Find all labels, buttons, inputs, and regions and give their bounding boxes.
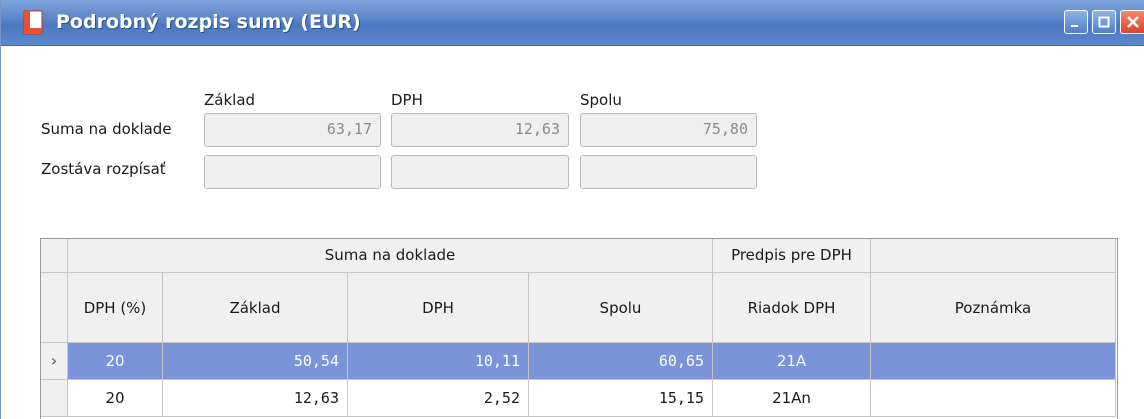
spolu-field[interactable]: 75,80 [580, 113, 757, 147]
summary-header-spolu: Spolu [580, 91, 622, 109]
document-icon [23, 10, 43, 35]
remaining-row-label: Zostáva rozpísať [41, 160, 166, 178]
row-pointer-icon: › [50, 351, 58, 370]
minimize-icon [1071, 25, 1078, 27]
table-cell[interactable]: 10,11 [348, 343, 529, 380]
remaining-dph-field[interactable] [391, 155, 569, 189]
table-cell[interactable]: 21An [713, 380, 871, 417]
column-header-spolu[interactable]: Spolu [529, 273, 713, 343]
group-header-predpis: Predpis pre DPH [713, 239, 871, 273]
table-cell[interactable]: 60,65 [529, 343, 713, 380]
summary-header-dph: DPH [391, 91, 423, 109]
remaining-spolu-field[interactable] [580, 155, 757, 189]
summary-header-zaklad: Základ [204, 91, 256, 109]
column-header-zaklad[interactable]: Základ [163, 273, 348, 343]
grid-corner [41, 239, 68, 273]
column-header-dph[interactable]: DPH [348, 273, 529, 343]
maximize-button[interactable] [1092, 10, 1116, 34]
title-bar[interactable]: Podrobný rozpis sumy (EUR) [1, 0, 1144, 46]
column-header-dph-percent[interactable]: DPH (%) [68, 273, 163, 343]
summary-row-label: Suma na doklade [41, 120, 172, 138]
row-indicator-1[interactable]: › [41, 343, 68, 380]
dph-field[interactable]: 12,63 [391, 113, 569, 147]
table-cell[interactable]: 21A [713, 343, 871, 380]
table-cell[interactable]: 2,52 [348, 380, 529, 417]
table-cell[interactable]: 50,54 [163, 343, 348, 380]
column-header-riadok-dph[interactable]: Riadok DPH [713, 273, 871, 343]
remaining-zaklad-field[interactable] [204, 155, 381, 189]
table-cell[interactable]: 15,15 [529, 380, 713, 417]
zaklad-field[interactable]: 63,17 [204, 113, 381, 147]
close-icon [1127, 16, 1139, 28]
group-header-blank [871, 239, 1116, 273]
dialog-window: Podrobný rozpis sumy (EUR) Základ DPH Sp… [0, 0, 1144, 419]
table-cell[interactable] [871, 343, 1116, 380]
column-header-rowhead [41, 273, 68, 343]
table-cell[interactable]: 12,63 [163, 380, 348, 417]
column-header-poznamka[interactable]: Poznámka [871, 273, 1116, 343]
table-cell[interactable]: 20 [68, 343, 163, 380]
row-indicator-2[interactable] [41, 380, 68, 417]
breakdown-grid[interactable]: Suma na doklade Predpis pre DPH DPH (%) … [40, 238, 1118, 419]
group-header-suma: Suma na doklade [68, 239, 713, 273]
table-cell[interactable] [871, 380, 1116, 417]
close-button[interactable] [1120, 10, 1144, 34]
window-title: Podrobný rozpis sumy (EUR) [56, 11, 361, 33]
table-cell[interactable]: 20 [68, 380, 163, 417]
minimize-button[interactable] [1064, 10, 1088, 34]
maximize-icon [1098, 16, 1110, 28]
